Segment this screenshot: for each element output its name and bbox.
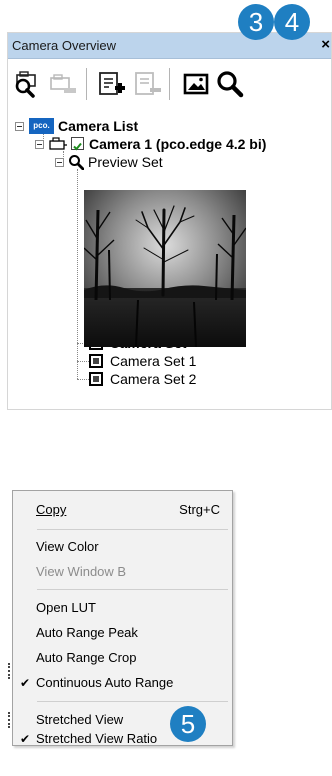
magnifier-icon — [217, 71, 244, 98]
menu-separator — [37, 529, 228, 530]
menu-item-auto-range-crop[interactable]: Auto Range Crop — [13, 647, 232, 669]
toolbar-separator — [86, 68, 87, 100]
camera-remove-button[interactable] — [48, 69, 78, 99]
dotted-marker — [8, 663, 12, 679]
tree-label-camera: Camera 1 (pco.edge 4.2 bi) — [89, 136, 267, 152]
menu-item-label: Stretched View Ratio — [36, 731, 158, 746]
preview-image[interactable] — [84, 190, 246, 347]
add-set-button[interactable] — [96, 69, 126, 99]
tree-label-preview-set: Preview Set — [88, 154, 163, 170]
collapse-icon[interactable] — [55, 158, 64, 167]
tree-label-set: Camera Set 1 — [110, 353, 197, 369]
magnifier-icon — [69, 155, 84, 170]
callout-badge-4: 4 — [274, 4, 310, 40]
menu-item-copy[interactable]: Copy Strg+C — [13, 499, 232, 521]
set-icon — [89, 372, 103, 386]
dotted-marker — [8, 712, 12, 728]
checkmark-icon: ✔ — [20, 676, 31, 690]
tree-label-set: Camera Set 2 — [110, 371, 197, 387]
menu-item-label: Open LUT — [36, 600, 96, 615]
menu-item-label: Auto Range Crop — [36, 650, 137, 665]
menu-item-label: Continuous Auto Range — [36, 675, 174, 690]
camera-icon — [49, 137, 67, 150]
camera-enabled-checkbox[interactable] — [71, 137, 84, 151]
close-icon[interactable]: × — [321, 36, 330, 53]
menu-item-auto-range-peak[interactable]: Auto Range Peak — [13, 622, 232, 644]
set-remove-icon — [135, 72, 161, 95]
callout-badge-3: 3 — [238, 4, 274, 40]
panel-title: Camera Overview — [12, 38, 117, 53]
tree-line — [77, 169, 78, 379]
menu-item-view-color[interactable]: View Color — [13, 536, 232, 558]
view-image-button[interactable] — [181, 69, 211, 99]
menu-item-continuous-auto-range[interactable]: ✔ Continuous Auto Range — [13, 672, 232, 694]
menu-separator — [37, 701, 228, 702]
camera-remove-icon — [50, 74, 76, 93]
menu-item-label: View Window B — [36, 564, 127, 579]
collapse-icon[interactable] — [35, 140, 44, 149]
collapse-icon[interactable] — [15, 122, 24, 131]
zoom-button[interactable] — [215, 69, 245, 99]
camera-search-icon — [15, 71, 36, 98]
menu-item-label: Auto Range Peak — [36, 625, 138, 640]
set-add-icon — [99, 72, 125, 95]
tree-label-camera-list: Camera List — [58, 118, 139, 134]
toolbar — [8, 59, 331, 107]
menu-item-label: Stretched View — [36, 712, 124, 727]
pco-logo-icon: pco. — [29, 118, 54, 134]
menu-item-label: Copy — [36, 502, 67, 517]
toolbar-separator — [169, 68, 170, 100]
remove-set-button[interactable] — [132, 69, 162, 99]
menu-item-view-window-b[interactable]: View Window B — [13, 561, 232, 583]
tree-line — [77, 361, 89, 362]
tree-line — [77, 379, 89, 380]
context-menu: Copy Strg+C View Color View Window B Ope… — [12, 490, 233, 746]
image-icon — [183, 73, 209, 95]
callout-badge-5: 5 — [170, 706, 206, 742]
menu-item-label: View Color — [36, 539, 99, 554]
camera-search-button[interactable] — [11, 69, 41, 99]
menu-item-open-lut[interactable]: Open LUT — [13, 597, 232, 619]
menu-item-shortcut: Strg+C — [179, 502, 220, 517]
menu-separator — [37, 589, 228, 590]
checkmark-icon: ✔ — [20, 732, 31, 746]
checkmark-icon — [73, 142, 82, 151]
set-icon — [89, 354, 103, 368]
